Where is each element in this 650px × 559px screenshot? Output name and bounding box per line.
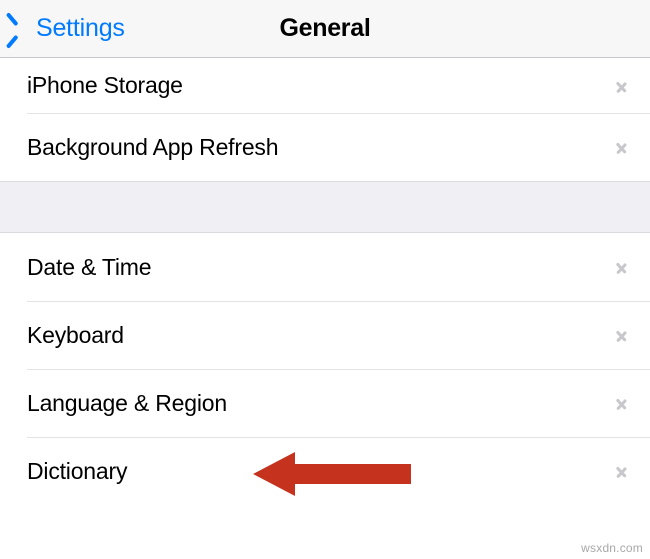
chevron-right-icon: [616, 324, 628, 346]
list-item-label: Language & Region: [27, 389, 227, 416]
settings-group-locale: Date & Time Keyboard Language & Region D…: [0, 233, 650, 505]
list-item-language-region[interactable]: Language & Region: [0, 369, 650, 437]
list-item-iphone-storage[interactable]: iPhone Storage: [0, 58, 650, 113]
list-item-label: iPhone Storage: [27, 72, 183, 98]
back-button[interactable]: Settings: [14, 14, 125, 44]
chevron-left-icon: [14, 14, 31, 44]
list-item-label: Dictionary: [27, 457, 128, 484]
list-item-background-app-refresh[interactable]: Background App Refresh: [0, 113, 650, 181]
list-item-label: Keyboard: [27, 321, 124, 348]
section-separator: [0, 181, 650, 233]
list-item-label: Date & Time: [27, 253, 152, 280]
chevron-right-icon: [616, 460, 628, 482]
list-item-keyboard[interactable]: Keyboard: [0, 301, 650, 369]
list-item-date-time[interactable]: Date & Time: [0, 233, 650, 301]
list-item-label: Background App Refresh: [27, 133, 279, 160]
list-item-dictionary[interactable]: Dictionary: [0, 437, 650, 505]
settings-group-storage: iPhone Storage Background App Refresh: [0, 58, 650, 181]
chevron-right-icon: [616, 75, 628, 97]
chevron-right-icon: [616, 392, 628, 414]
navigation-bar: Settings General: [0, 0, 650, 58]
chevron-right-icon: [616, 256, 628, 278]
iphone-settings-general-screen: Settings General iPhone Storage Backgrou…: [0, 0, 650, 559]
back-button-label: Settings: [36, 14, 125, 42]
watermark-text: wsxdn.com: [581, 541, 643, 555]
chevron-right-icon: [616, 136, 628, 158]
